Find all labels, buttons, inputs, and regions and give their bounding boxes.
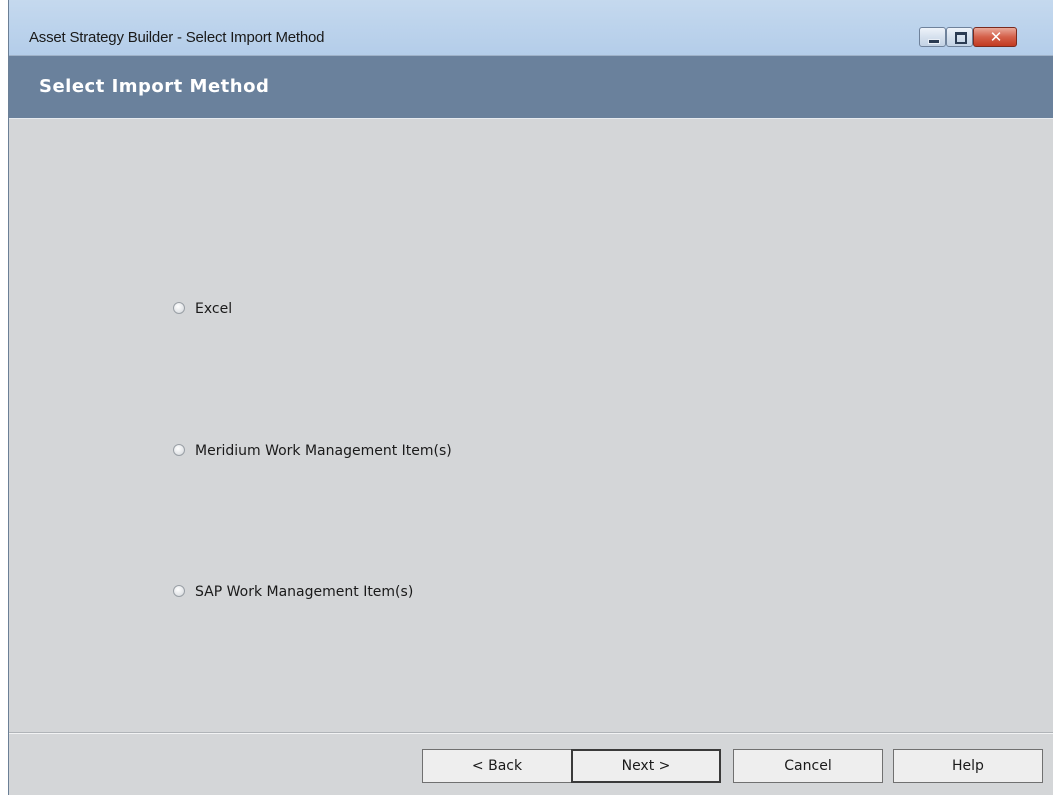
radio-option-label: SAP Work Management Item(s) bbox=[195, 584, 414, 600]
close-icon: ✕ bbox=[989, 28, 1003, 46]
help-button[interactable]: Help bbox=[893, 749, 1043, 783]
minimize-icon bbox=[928, 39, 940, 44]
radio-option-label: Excel bbox=[195, 301, 233, 317]
cancel-button[interactable]: Cancel bbox=[733, 749, 883, 783]
radio-button-icon[interactable] bbox=[173, 444, 185, 456]
close-button[interactable]: ✕ bbox=[973, 27, 1017, 47]
import-method-window: Asset Strategy Builder - Select Import M… bbox=[8, 0, 1053, 795]
maximize-icon bbox=[955, 32, 967, 44]
window-titlebar[interactable]: Asset Strategy Builder - Select Import M… bbox=[9, 0, 1053, 56]
minimize-button[interactable] bbox=[919, 27, 946, 47]
import-options-panel: Excel Meridium Work Management Item(s) S… bbox=[9, 120, 1053, 732]
radio-button-icon[interactable] bbox=[173, 302, 185, 314]
radio-button-icon[interactable] bbox=[173, 585, 185, 597]
window-title: Asset Strategy Builder - Select Import M… bbox=[29, 29, 325, 46]
page-header: Select Import Method bbox=[9, 56, 1053, 119]
next-button[interactable]: Next > bbox=[571, 749, 721, 783]
radio-option-label: Meridium Work Management Item(s) bbox=[195, 443, 452, 459]
maximize-button[interactable] bbox=[946, 27, 973, 47]
page-title: Select Import Method bbox=[39, 76, 270, 97]
wizard-footer: < Back Next > Cancel Help bbox=[9, 732, 1053, 795]
back-button[interactable]: < Back bbox=[422, 749, 572, 783]
